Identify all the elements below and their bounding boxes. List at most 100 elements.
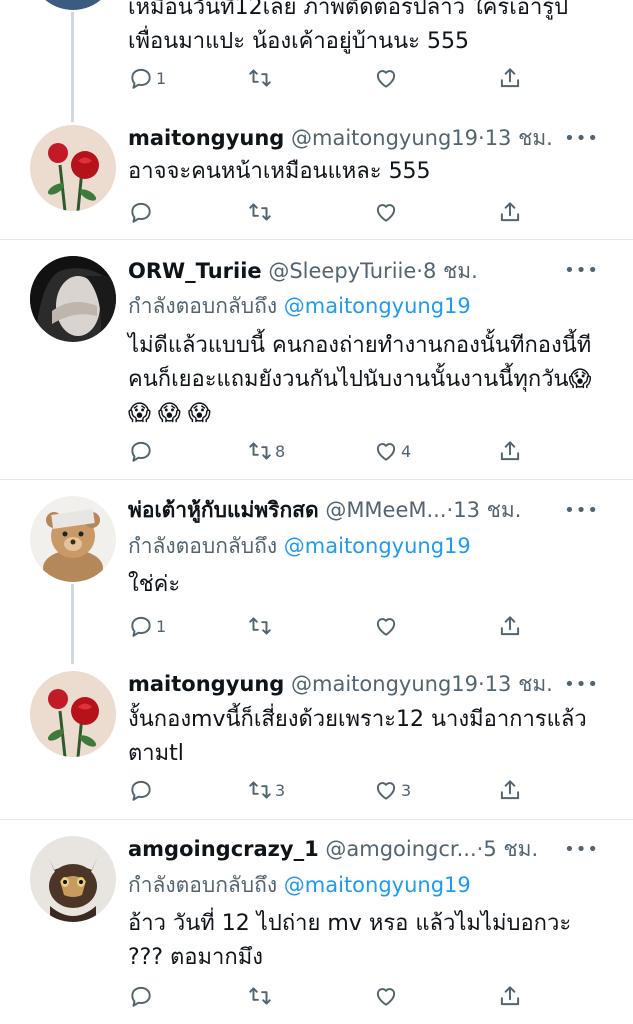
tweet-header: maitongyung @maitongyung19·13 ชม. [128,126,553,150]
reply-mention-link[interactable]: @maitongyung19 [284,294,471,318]
reply-icon [131,780,151,801]
avatar[interactable] [30,496,116,582]
retweet-icon [249,442,271,460]
heart-icon [376,70,396,88]
heart-icon [376,782,396,800]
retweet-button[interactable]: 3 [247,775,285,805]
reply-context: กำลังตอบกลับถึง @maitongyung19 [128,873,471,897]
thread-line [71,12,74,122]
tweet-actions: 1 [128,63,528,93]
retweet-button[interactable] [247,63,275,93]
more-options-icon[interactable]: ••• [564,128,599,149]
timestamp[interactable]: 13 ชม. [453,498,521,522]
avatar[interactable] [30,125,116,211]
tweet-2[interactable]: ORW_Turiie @SleepyTuriie·8 ชม. ••• กำลัง… [0,240,633,480]
user-handle[interactable]: @maitongyung19 [291,672,478,696]
tweet-text: อ้าว วันที่ 12 ไปถ่าย mv หรอ แล้วไมไม่บอ… [128,911,572,970]
share-icon [500,68,520,88]
share-icon [500,616,520,636]
tweet-actions: 8 4 [128,436,528,466]
like-button[interactable] [373,611,401,641]
retweet-count: 3 [275,780,286,800]
display-name[interactable]: maitongyung [128,126,284,150]
display-name[interactable]: พ่อเต้าหู้กับแม่พริกสด [128,498,319,522]
retweet-icon [249,987,271,1005]
reply-count: 1 [156,616,167,636]
like-button[interactable]: 3 [373,775,411,805]
share-button[interactable] [497,197,523,227]
more-options-icon[interactable]: ••• [564,260,599,281]
retweet-icon [249,781,271,799]
display-name[interactable]: ORW_Turiie [128,259,262,283]
tweet-actions: 3 3 [128,775,528,805]
like-button[interactable]: 4 [373,436,411,466]
retweet-button[interactable]: 8 [247,436,285,466]
retweet-icon [249,69,271,87]
timestamp[interactable]: 13 ชม. [485,126,553,150]
more-options-icon[interactable]: ••• [564,839,599,860]
reply-context: กำลังตอบกลับถึง @maitongyung19 [128,294,471,318]
retweet-button[interactable] [247,197,275,227]
reply-count: 1 [156,68,167,88]
reply-mention-link[interactable]: @maitongyung19 [284,873,471,897]
heart-icon [376,618,396,636]
reply-icon [131,68,151,89]
user-handle[interactable]: @maitongyung19 [291,126,478,150]
reply-button[interactable] [128,981,156,1011]
share-button[interactable] [497,775,523,805]
tweet-header: amgoingcrazy_1 @amgoingcr...·5 ชม. [128,837,539,861]
share-button[interactable] [497,63,523,93]
reply-button[interactable]: 1 [128,611,166,641]
like-count: 4 [401,441,412,461]
more-options-icon[interactable]: ••• [564,674,599,695]
like-count: 3 [401,780,412,800]
share-icon [500,986,520,1006]
user-handle[interactable]: @amgoingcr... [325,837,476,861]
reply-mention-link[interactable]: @maitongyung19 [284,534,471,558]
tweet-5[interactable]: amgoingcrazy_1 @amgoingcr...·5 ชม. ••• ก… [0,820,633,1024]
tweet-1[interactable]: maitongyung @maitongyung19·13 ชม. ••• อา… [0,110,633,240]
tweet-3[interactable]: พ่อเต้าหู้กับแม่พริกสด @MMeeM...·13 ชม. … [0,480,633,664]
tweet-actions [128,981,528,1011]
like-button[interactable] [373,63,401,93]
share-button[interactable] [497,436,523,466]
share-icon [500,202,520,222]
reply-button[interactable] [128,436,156,466]
retweet-icon [249,617,271,635]
like-button[interactable] [373,981,401,1011]
user-handle[interactable]: @SleepyTuriie [268,259,416,283]
avatar[interactable] [30,671,116,757]
timestamp[interactable]: 13 ชม. [485,672,553,696]
reply-button[interactable]: 1 [128,63,166,93]
tweet-header: ORW_Turiie @SleepyTuriie·8 ชม. [128,259,478,283]
tweet-4[interactable]: maitongyung @maitongyung19·13 ชม. ••• งั… [0,660,633,820]
avatar[interactable] [30,0,116,10]
reply-button[interactable] [128,197,156,227]
display-name[interactable]: maitongyung [128,672,284,696]
tweet-actions: 1 [128,611,528,641]
share-button[interactable] [497,981,523,1011]
share-icon [500,441,520,461]
tweet-header: maitongyung @maitongyung19·13 ชม. [128,672,553,696]
reply-icon [131,986,151,1007]
display-name[interactable]: amgoingcrazy_1 [128,837,319,861]
reply-context: กำลังตอบกลับถึง @maitongyung19 [128,534,471,558]
tweet-text: เหมือนวันที่12เลย ภาพติดตอรปลาว ใครเอารู… [128,0,569,54]
avatar[interactable] [30,256,116,342]
retweet-button[interactable] [247,611,275,641]
avatar[interactable] [30,836,116,922]
share-icon [500,780,520,800]
like-button[interactable] [373,197,401,227]
reply-icon [131,616,151,637]
more-options-icon[interactable]: ••• [564,500,599,521]
reply-button[interactable] [128,775,156,805]
tweet-text: อาจจะคนหน้าเหมือนแหละ 555 [128,159,431,184]
tweet-text: ใช่ค่ะ [128,572,181,597]
share-button[interactable] [497,611,523,641]
user-handle[interactable]: @MMeeM... [325,498,446,522]
timestamp[interactable]: 5 ชม. [483,837,538,861]
retweet-button[interactable] [247,981,275,1011]
tweet-0[interactable]: เหมือนวันที่12เลย ภาพติดตอรปลาว ใครเอารู… [0,0,633,122]
tweet-text: ไม่ดีแล้วแบบนี้ คนกองถ่ายทำงานกองนั้นทีก… [128,333,592,426]
timestamp[interactable]: 8 ชม. [423,259,478,283]
